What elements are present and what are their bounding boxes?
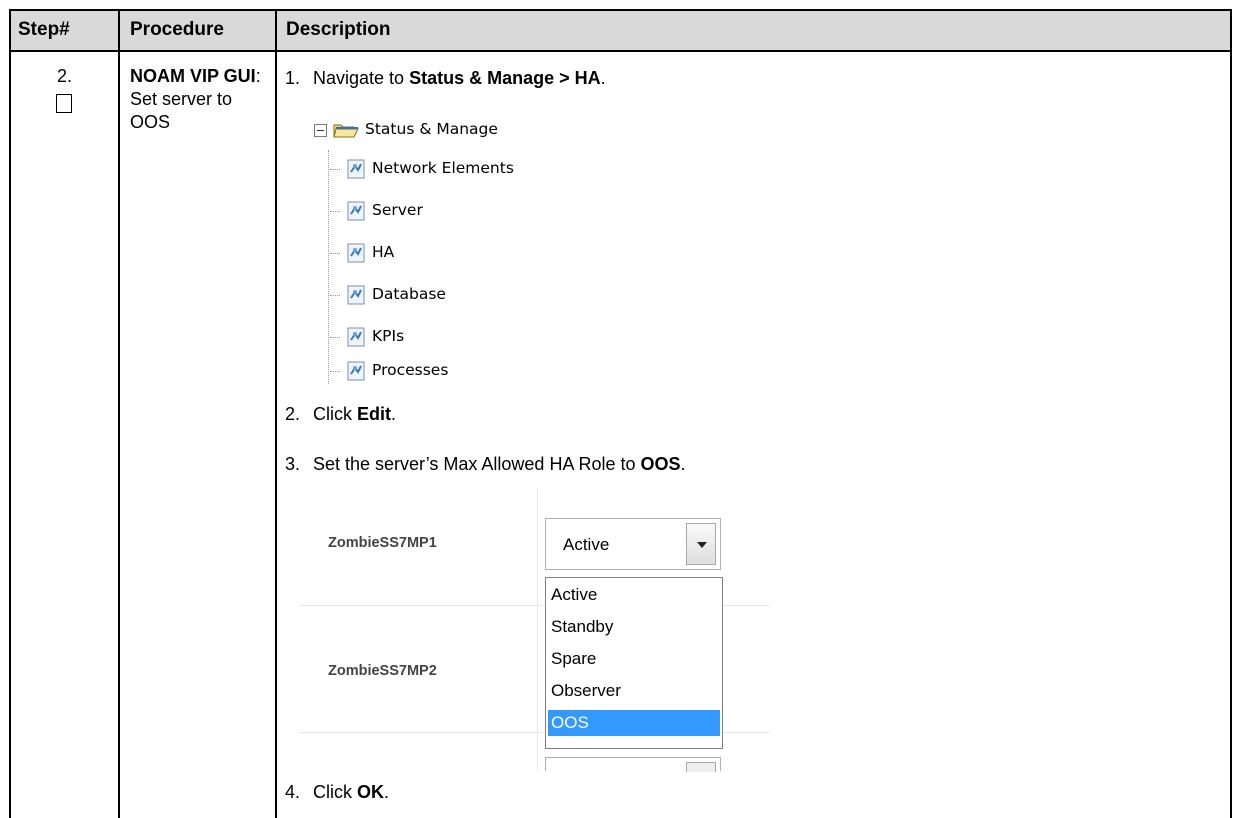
tree-item-label: HA — [372, 243, 395, 261]
folder-open-icon — [333, 124, 359, 138]
instruction-1: 1. Navigate to Status & Manage > HA. — [285, 67, 606, 89]
instruction-text: Navigate to — [313, 68, 410, 88]
page-icon — [347, 327, 365, 347]
instruction-number: 4. — [285, 782, 301, 802]
tree-item-ha[interactable]: HA — [330, 242, 730, 264]
step-checkbox[interactable] — [56, 94, 72, 113]
option-spare[interactable]: Spare — [548, 646, 720, 672]
tree-connector — [330, 211, 340, 212]
column-divider-1 — [118, 9, 120, 818]
tree-connector — [330, 295, 340, 296]
max-ha-role-select[interactable]: Active — [545, 518, 721, 570]
instruction-emphasis: OK — [357, 782, 384, 802]
tree-connector — [330, 337, 340, 338]
page-icon — [347, 159, 365, 179]
tree-item-label: Server — [372, 201, 423, 219]
tree-connector — [330, 169, 340, 170]
chevron-down-icon[interactable] — [686, 523, 716, 565]
instruction-text: Click — [313, 782, 357, 802]
tree-item-label: Network Elements — [372, 159, 514, 177]
tree-connector — [330, 253, 340, 254]
tree-item-label: Database — [372, 285, 446, 303]
select-value: Active — [563, 535, 610, 554]
server-name-2: ZombieSS7MP2 — [328, 663, 437, 679]
tree-item-server[interactable]: Server — [330, 200, 730, 222]
tree-root-status-manage[interactable]: Status & Manage — [365, 120, 498, 138]
instruction-3: 3. Set the server’s Max Allowed HA Role t… — [285, 453, 686, 475]
instruction-emphasis: OOS — [640, 454, 681, 474]
procedure-title: NOAM VIP GUI — [130, 66, 256, 86]
option-observer[interactable]: Observer — [548, 678, 720, 704]
ha-role-dropdown[interactable]: Active Standby Spare Observer OOS — [545, 577, 723, 749]
tree-item-network-elements[interactable]: Network Elements — [330, 158, 730, 180]
instruction-punct: . — [391, 404, 397, 424]
instruction-text: Click — [313, 404, 357, 424]
chevron-down-icon[interactable] — [686, 762, 716, 772]
page-icon — [347, 243, 365, 263]
server-name-1: ZombieSS7MP1 — [328, 535, 437, 551]
instruction-punct: . — [600, 68, 606, 88]
column-divider-2 — [275, 9, 277, 818]
option-oos[interactable]: OOS — [548, 710, 720, 736]
table-header-divider — [9, 50, 1232, 52]
header-step: Step# — [18, 19, 70, 40]
instruction-4: 4. Click OK. — [285, 781, 389, 803]
table-border-left — [9, 9, 11, 818]
tree-item-label: KPIs — [372, 327, 405, 345]
option-active[interactable]: Active — [548, 582, 720, 608]
instruction-punct: . — [680, 454, 686, 474]
page-icon — [347, 201, 365, 221]
instruction-emphasis: Edit — [357, 404, 391, 424]
tree-connector — [330, 371, 340, 372]
instruction-2: 2. Click Edit. — [285, 403, 396, 425]
instruction-punct: . — [384, 782, 390, 802]
procedure-table: Step# Procedure Description 2. NOAM VIP … — [0, 0, 1248, 818]
header-procedure: Procedure — [130, 19, 224, 40]
page-icon — [347, 285, 365, 305]
page-icon — [347, 361, 365, 381]
grid-separator — [537, 488, 538, 770]
instruction-text: Set the server’s Max Allowed HA Role to — [313, 454, 641, 474]
tree-item-processes[interactable]: Processes — [330, 360, 730, 382]
instruction-number: 1. — [285, 68, 301, 88]
tree-item-label: Processes — [372, 361, 449, 379]
max-ha-role-select-2[interactable] — [545, 757, 721, 772]
table-border-right — [1230, 9, 1232, 818]
tree-item-kpis[interactable]: KPIs — [330, 326, 730, 348]
collapse-icon[interactable] — [314, 124, 327, 137]
tree-guide-line — [328, 150, 329, 384]
option-standby[interactable]: Standby — [548, 614, 720, 640]
instruction-emphasis: Status & Manage > HA — [409, 68, 601, 88]
instruction-number: 2. — [285, 404, 301, 424]
tree-item-database[interactable]: Database — [330, 284, 730, 306]
procedure-text: NOAM VIP GUI: Set server to OOS — [130, 65, 270, 134]
step-number: 2. — [57, 66, 73, 86]
header-description: Description — [286, 19, 391, 40]
instruction-number: 3. — [285, 454, 301, 474]
